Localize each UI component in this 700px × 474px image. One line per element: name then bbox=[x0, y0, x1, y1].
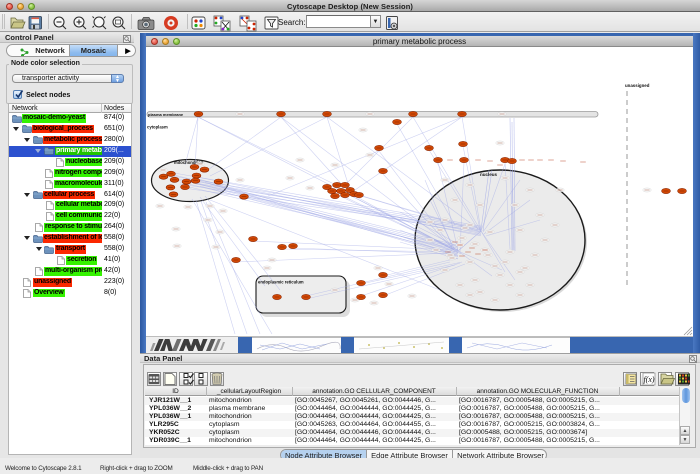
svg-text:cytoplasm: cytoplasm bbox=[147, 125, 168, 130]
svg-text:plasma membrane: plasma membrane bbox=[148, 112, 184, 117]
svg-text:endoplasmic reticulum: endoplasmic reticulum bbox=[258, 280, 304, 285]
svg-text:unassigned: unassigned bbox=[625, 83, 650, 88]
svg-text:f(x): f(x) bbox=[643, 375, 654, 384]
svg-text:nucleus: nucleus bbox=[480, 172, 498, 177]
